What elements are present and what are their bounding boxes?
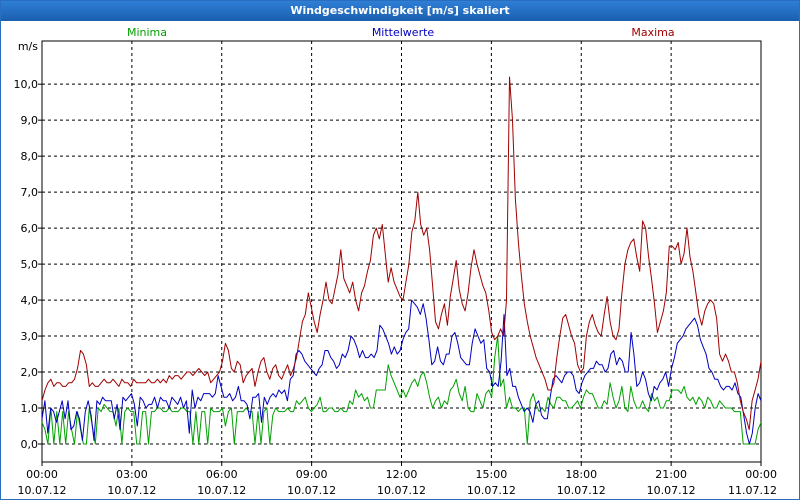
x-tick-time-label: 00:00 [26,468,58,481]
x-tick-date-label: 10.07.12 [18,484,67,497]
x-tick-time-label: 12:00 [386,468,418,481]
line-chart: 0,0 1,0 2,0 3,0 4,0 5,0 6,0 7,0 8,0 9,0 10,0 m/s 00:… [14,26,778,497]
window-title: Windgeschwindigkeit [m/s] skaliert [1,1,799,21]
y-tick-label: 8,0 [21,150,39,163]
x-tick-time-label: 21:00 [655,468,687,481]
x-tick-date-label: 11.07.12 [728,484,777,497]
y-tick-label: 4,0 [21,294,39,307]
y-tick-label: 1,0 [21,402,39,415]
y-tick-label: 9,0 [21,114,39,127]
chart-window: Windgeschwindigkeit [m/s] skaliert 0,0 1,… [0,0,800,500]
x-tick-time-label: 09:00 [296,468,328,481]
x-tick-time-label: 03:00 [116,468,148,481]
y-tick-label: 0,0 [21,438,39,451]
y-tick-label: 5,0 [21,258,39,271]
x-tick-date-label: 10.07.12 [467,484,516,497]
legend-maxima: Maxima [631,26,674,39]
x-tick-time-label: 06:00 [206,468,238,481]
x-tick-date-label: 10.07.12 [557,484,606,497]
legend-mittelwerte: Mittelwerte [372,26,435,39]
y-tick-label: 3,0 [21,330,39,343]
y-tick-label: 6,0 [21,222,39,235]
x-tick-time-label: 18:00 [565,468,597,481]
x-tick-date-label: 10.07.12 [377,484,426,497]
x-tick-date-label: 10.07.12 [647,484,696,497]
x-tick-date-label: 10.07.12 [197,484,246,497]
y-tick-label: 2,0 [21,366,39,379]
legend-minima: Minima [127,26,167,39]
plot-area-container: 0,0 1,0 2,0 3,0 4,0 5,0 6,0 7,0 8,0 9,0 10,0 m/s 00:… [1,21,799,503]
x-tick-date-label: 10.07.12 [107,484,156,497]
x-tick-time-label: 00:00 [745,468,777,481]
x-tick-time-label: 15:00 [476,468,508,481]
x-tick-date-label: 10.07.12 [287,484,336,497]
y-tick-label: 7,0 [21,186,39,199]
y-axis-label: m/s [18,40,38,53]
y-tick-label: 10,0 [14,78,39,91]
